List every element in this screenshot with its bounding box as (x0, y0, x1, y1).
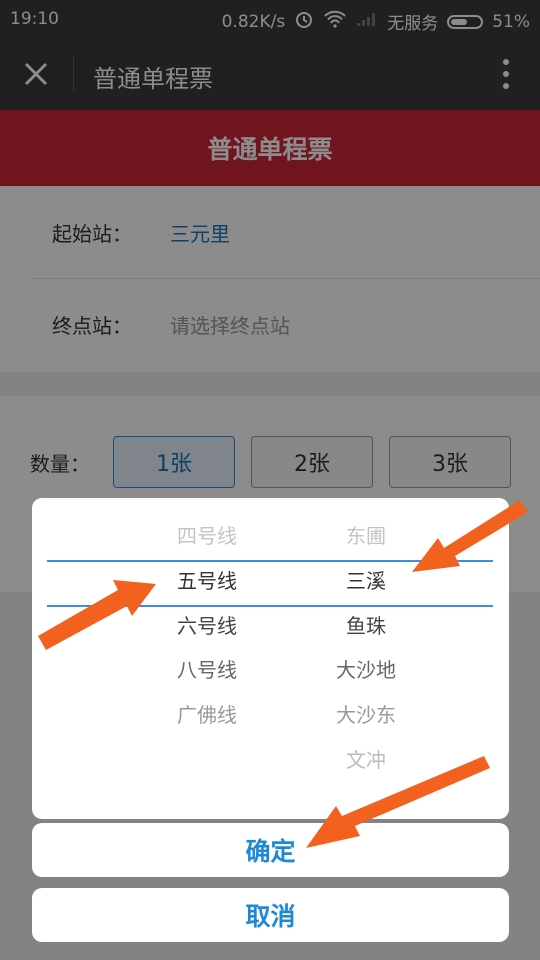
station-picker[interactable]: 四号线 五号线 六号线 八号线 广佛线 东圃 三溪 鱼珠 大沙地 大沙东 文冲 (32, 498, 509, 819)
station-option[interactable]: 鱼珠 (286, 604, 446, 648)
confirm-button[interactable]: 确定 (32, 823, 509, 877)
station-option[interactable]: 文冲 (286, 738, 446, 782)
station-option[interactable]: 东圃 (286, 514, 446, 558)
line-option[interactable]: 广佛线 (127, 693, 287, 737)
station-option[interactable]: 大沙地 (286, 648, 446, 692)
line-option-selected[interactable]: 五号线 (127, 559, 287, 603)
line-option[interactable]: 六号线 (127, 604, 287, 648)
cancel-button[interactable]: 取消 (32, 888, 509, 942)
station-option-selected[interactable]: 三溪 (286, 559, 446, 603)
line-option[interactable]: 八号线 (127, 648, 287, 692)
line-option[interactable]: 四号线 (127, 514, 287, 558)
station-option[interactable]: 大沙东 (286, 693, 446, 737)
